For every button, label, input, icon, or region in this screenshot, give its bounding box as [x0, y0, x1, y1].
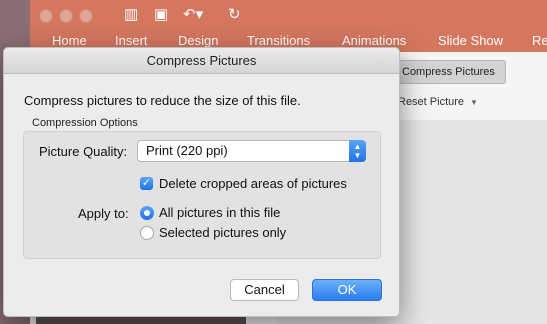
ribbon-bar: ▥ ▣ ↶▾ ↻ Home Insert Design Transitions … [30, 0, 547, 52]
apply-selected-option[interactable]: Selected pictures only [140, 225, 286, 240]
apply-all-option[interactable]: All pictures in this file [140, 205, 280, 220]
zoom-window-button[interactable] [79, 9, 93, 23]
apply-all-radio[interactable] [140, 205, 154, 220]
ok-button[interactable]: OK [312, 279, 382, 301]
redo-icon[interactable]: ↻ [228, 6, 241, 24]
picture-quality-select[interactable]: Print (220 ppi) ▲ ▼ [137, 140, 366, 162]
compression-options-label: Compression Options [32, 117, 138, 129]
dialog-description: Compress pictures to reduce the size of … [24, 93, 301, 108]
reset-picture-label: Reset Picture [398, 96, 465, 108]
tab-animations[interactable]: Animations [342, 33, 406, 48]
tab-review[interactable]: Re [532, 33, 547, 48]
apply-to-label: Apply to: [78, 206, 129, 221]
picture-quality-value: Print (220 ppi) [146, 143, 228, 158]
apply-all-label: All pictures in this file [159, 205, 281, 220]
minimize-window-button[interactable] [59, 9, 73, 23]
tab-slide-show[interactable]: Slide Show [438, 33, 503, 48]
apply-selected-label: Selected pictures only [159, 225, 287, 240]
sidebar-icon[interactable]: ▥ [124, 6, 138, 24]
delete-cropped-checkbox[interactable]: ✓ [140, 177, 153, 190]
tab-insert[interactable]: Insert [115, 33, 148, 48]
cancel-button[interactable]: Cancel [230, 279, 299, 301]
close-window-button[interactable] [39, 9, 53, 23]
dialog-title: Compress Pictures [4, 48, 399, 74]
chevron-down-icon[interactable]: ▼ [470, 98, 478, 107]
delete-cropped-label: Delete cropped areas of pictures [159, 176, 347, 191]
delete-cropped-option[interactable]: ✓ Delete cropped areas of pictures [140, 176, 347, 191]
tab-design[interactable]: Design [178, 33, 218, 48]
tab-transitions[interactable]: Transitions [247, 33, 310, 48]
undo-icon[interactable]: ↶▾ [183, 6, 203, 24]
compress-pictures-label: Compress Pictures [402, 66, 495, 78]
compress-pictures-dialog: Compress Pictures Compress pictures to r… [3, 47, 400, 317]
picture-quality-label: Picture Quality: [39, 144, 128, 159]
tab-home[interactable]: Home [52, 33, 87, 48]
apply-selected-radio[interactable] [140, 225, 154, 240]
chevron-updown-icon[interactable]: ▲ ▼ [349, 140, 366, 162]
save-icon[interactable]: ▣ [154, 6, 168, 24]
